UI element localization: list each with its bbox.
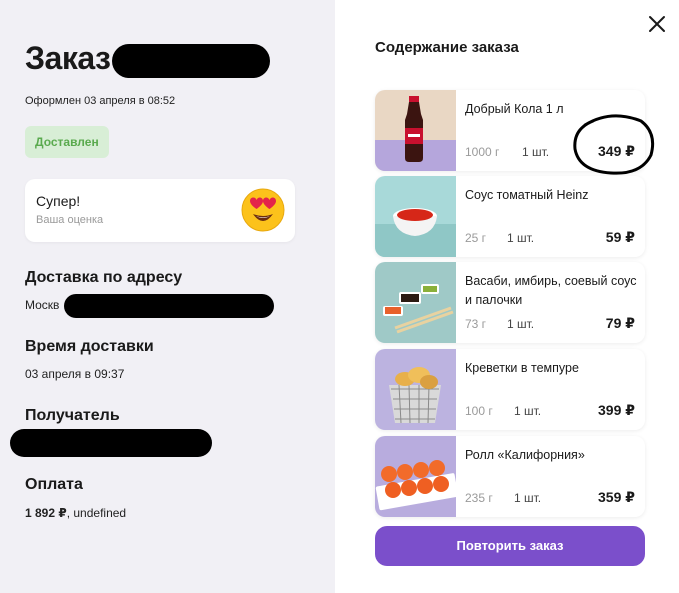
item-name: Васаби, имбирь, соевый соус и палочки: [465, 274, 637, 307]
item-quantity: 1 шт.: [522, 145, 550, 159]
cola-bottle-image: [375, 90, 456, 171]
order-item[interactable]: Ролл «Калифорния» 235 г 1 шт. 359 ₽: [375, 436, 645, 517]
item-quantity: 1 шт.: [507, 231, 535, 245]
item-weight: 100 г: [465, 404, 493, 418]
order-item[interactable]: Креветки в темпуре 100 г 1 шт. 399 ₽: [375, 349, 645, 430]
item-weight: 235 г: [465, 491, 493, 505]
rating-card[interactable]: Супер! Ваша оценка: [25, 179, 295, 242]
redacted-recipient: [10, 429, 212, 457]
order-details-panel: Заказ Оформлен 03 апреля в 08:52 Доставл…: [0, 0, 335, 593]
hand-drawn-circle-annotation: [573, 114, 655, 175]
item-price: 79 ₽: [605, 315, 635, 331]
item-price: 399 ₽: [598, 402, 635, 418]
address-title: Доставка по адресу: [25, 269, 183, 286]
item-price: 59 ₽: [605, 229, 635, 245]
item-name: Ролл «Калифорния»: [465, 448, 585, 462]
order-content-title: Содержание заказа: [375, 39, 519, 56]
item-quantity: 1 шт.: [514, 404, 542, 418]
item-name: Креветки в темпуре: [465, 361, 579, 375]
order-item[interactable]: Соус томатный Heinz 25 г 1 шт. 59 ₽: [375, 176, 645, 257]
heart-eyes-emoji-icon: [241, 188, 285, 232]
repeat-order-button[interactable]: Повторить заказ: [375, 526, 645, 566]
item-weight: 73 г: [465, 317, 487, 331]
payment-amount: 1 892 ₽: [25, 506, 67, 520]
item-quantity: 1 шт.: [507, 317, 535, 331]
item-price: 359 ₽: [598, 489, 635, 505]
payment-method: , undefined: [66, 506, 127, 520]
close-icon[interactable]: [645, 12, 669, 36]
tomato-sauce-image: [375, 176, 456, 257]
order-title: Заказ: [25, 40, 111, 76]
item-weight: 25 г: [465, 231, 487, 245]
rating-title: Супер!: [36, 193, 81, 209]
wasabi-set-image: [375, 262, 456, 343]
item-weight: 1000 г: [465, 145, 500, 159]
redacted-address: [64, 294, 274, 318]
delivery-time-value: 03 апреля в 09:37: [25, 367, 125, 381]
california-roll-image: [375, 436, 456, 517]
delivery-time-title: Время доставки: [25, 338, 154, 355]
status-badge: Доставлен: [25, 126, 109, 158]
item-name: Соус томатный Heinz: [465, 188, 589, 202]
tempura-shrimp-image: [375, 349, 456, 430]
order-item[interactable]: Васаби, имбирь, соевый соус и палочки 73…: [375, 262, 645, 343]
redacted-order-number: [112, 44, 270, 78]
item-quantity: 1 шт.: [514, 491, 542, 505]
rating-subtitle: Ваша оценка: [36, 214, 104, 226]
order-date: Оформлен 03 апреля в 08:52: [25, 95, 176, 107]
recipient-title: Получатель: [25, 407, 120, 424]
address-value: Москв: [25, 298, 60, 312]
payment-value: 1 892 ₽, undefined: [25, 506, 126, 520]
payment-title: Оплата: [25, 476, 83, 493]
